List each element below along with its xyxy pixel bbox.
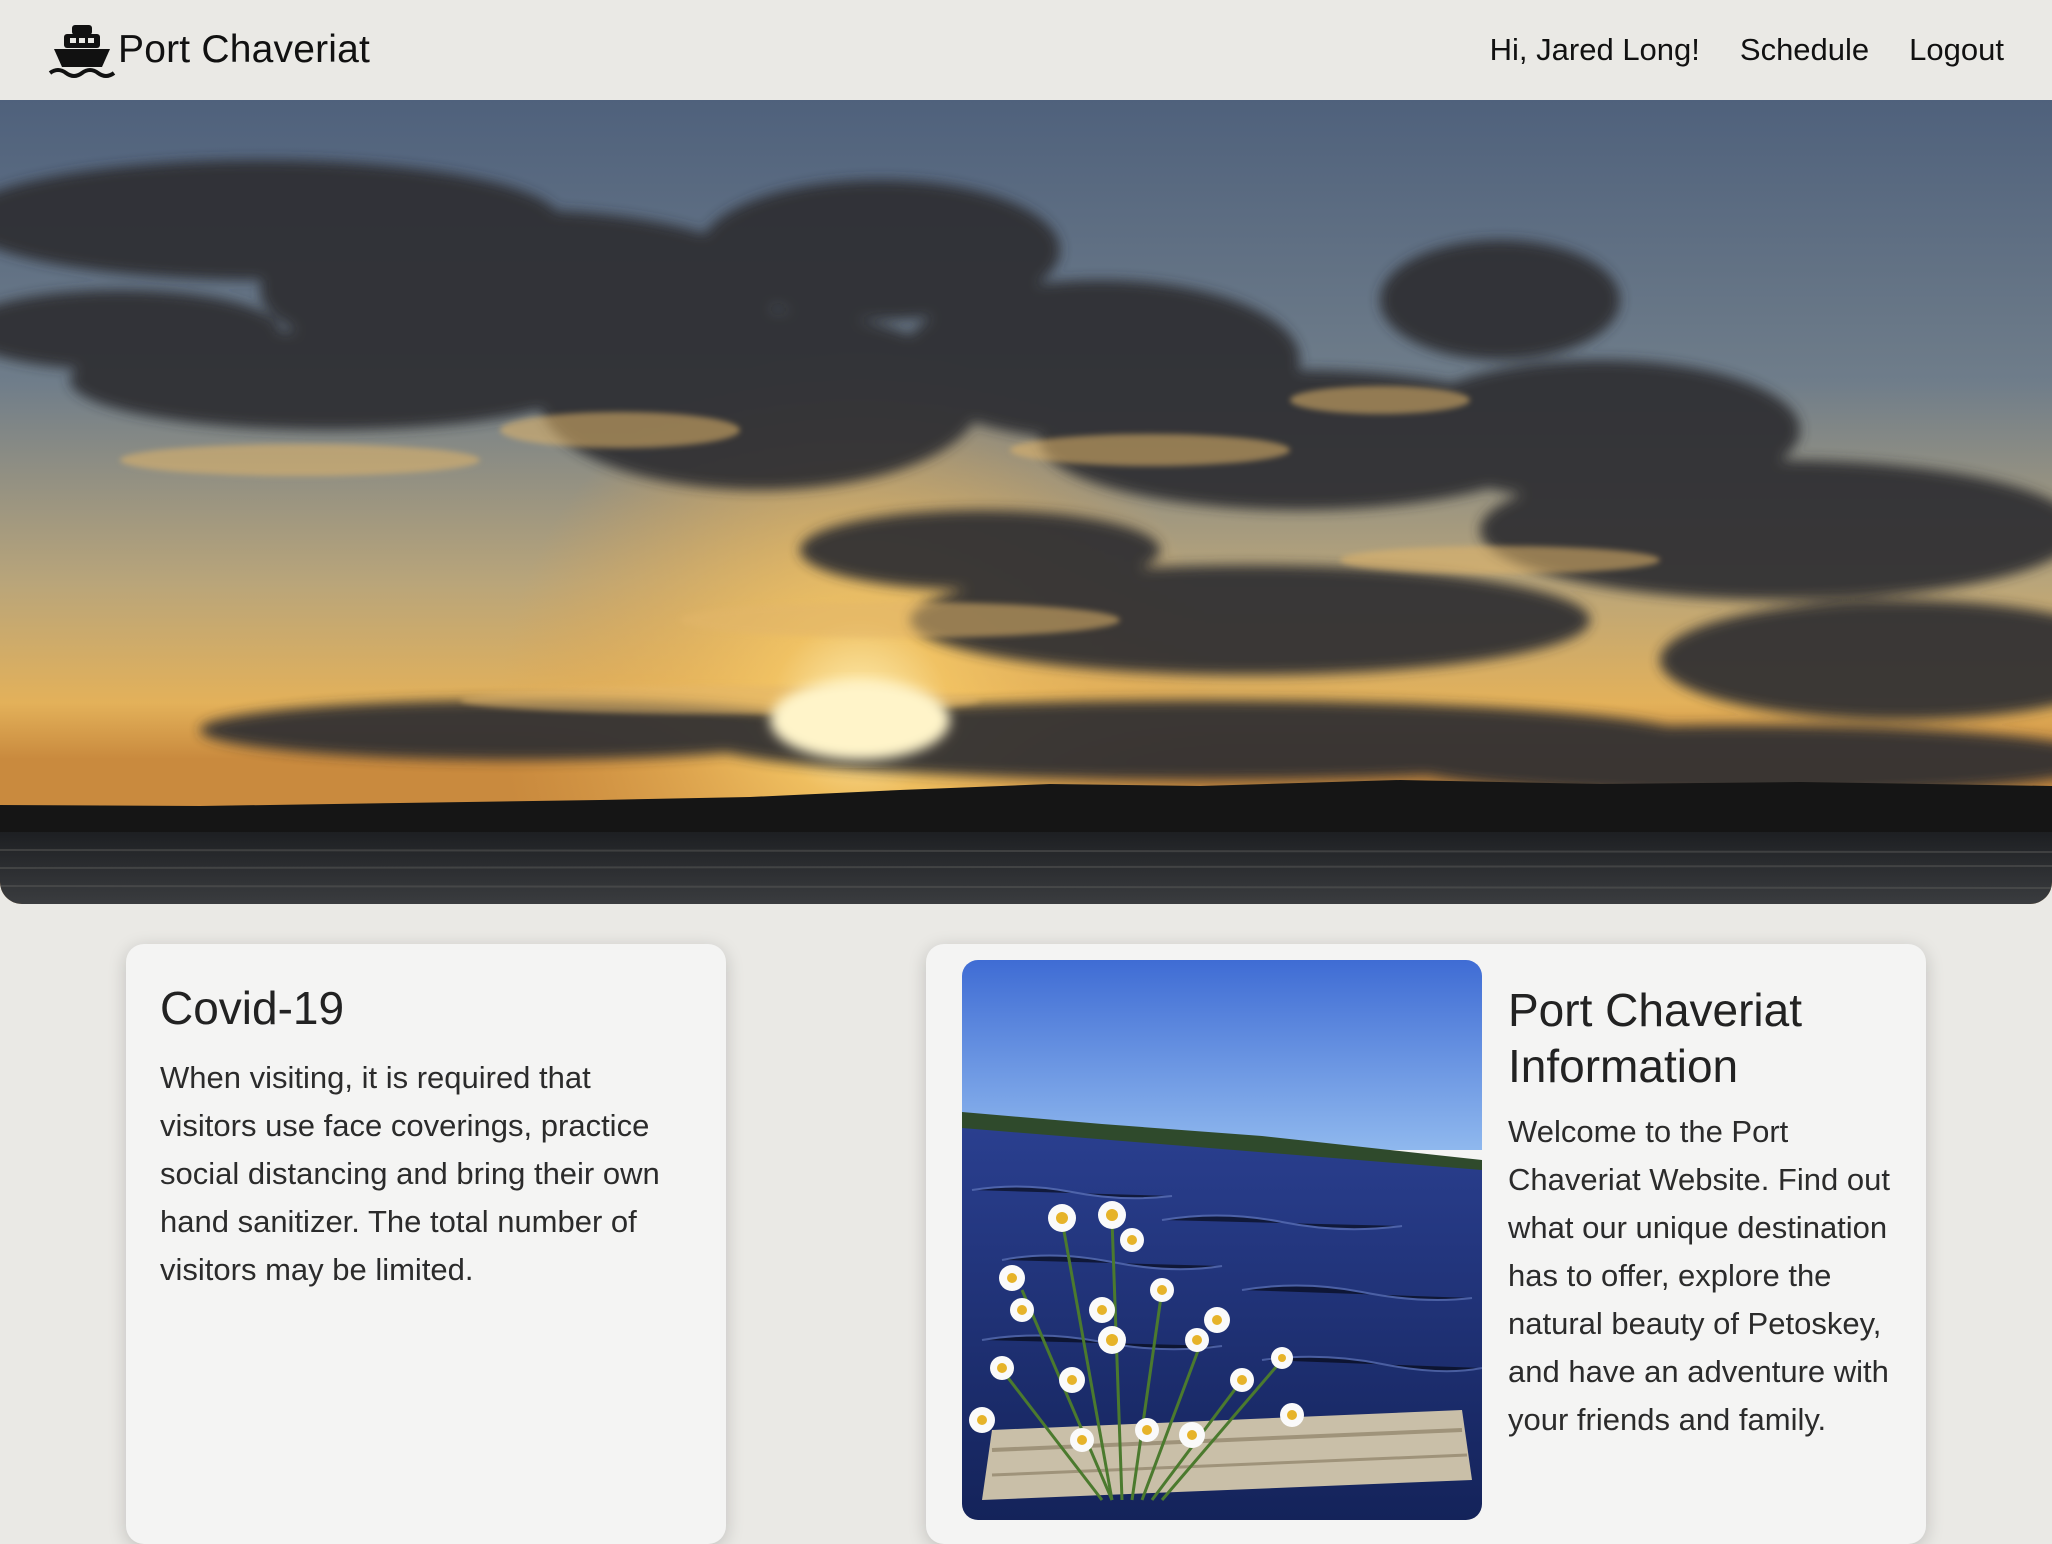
daisies-by-lake-photo — [962, 960, 1482, 1520]
info-card: Port Chaveriat Information Welcome to th… — [926, 944, 1926, 1544]
sunset-over-lake-photo — [0, 100, 2052, 904]
ship-icon — [48, 21, 116, 79]
hero-banner — [0, 100, 2052, 904]
info-body: Port Chaveriat Information Welcome to th… — [1508, 960, 1890, 1528]
covid-text: When visiting, it is required that visit… — [160, 1060, 660, 1287]
covid-card: Covid-19 When visiting, it is required t… — [126, 944, 726, 1544]
info-title: Port Chaveriat Information — [1508, 984, 1803, 1092]
schedule-link[interactable]: Schedule — [1740, 32, 1869, 68]
covid-title: Covid-19 — [160, 982, 345, 1034]
logout-link[interactable]: Logout — [1909, 32, 2004, 68]
top-navbar: Port Chaveriat Hi, Jared Long! Schedule … — [0, 0, 2052, 100]
info-text: Welcome to the Port Chaveriat Website. F… — [1508, 1114, 1890, 1437]
user-greeting-link[interactable]: Hi, Jared Long! — [1490, 32, 1700, 68]
nav-links: Hi, Jared Long! Schedule Logout — [1490, 32, 2004, 68]
brand-link[interactable]: Port Chaveriat — [48, 21, 370, 79]
brand-name: Port Chaveriat — [118, 28, 371, 71]
